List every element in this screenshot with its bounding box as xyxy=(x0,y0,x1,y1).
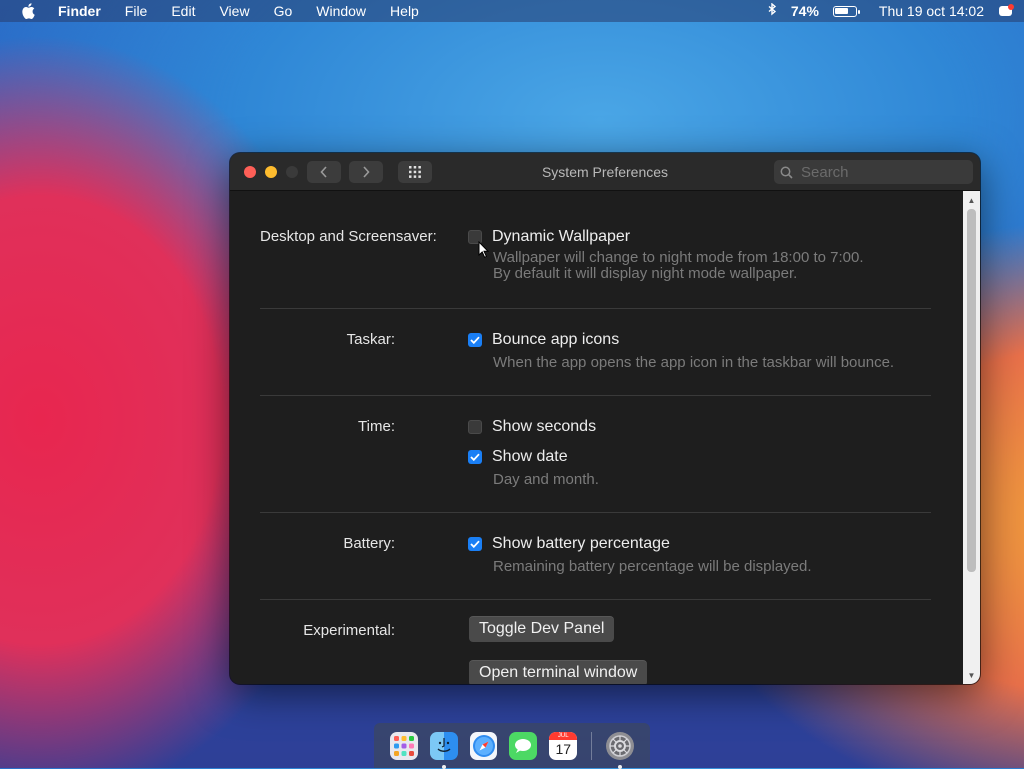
system-preferences-icon[interactable] xyxy=(606,731,634,769)
menu-datetime[interactable]: Thu 19 oct 14:02 xyxy=(879,3,984,19)
search-input[interactable] xyxy=(799,162,963,182)
messages-icon[interactable] xyxy=(509,731,538,760)
menu-window[interactable]: Window xyxy=(304,0,378,22)
close-button[interactable] xyxy=(244,165,256,178)
menu-go[interactable]: Go xyxy=(262,0,305,22)
option-show-seconds[interactable]: Show seconds xyxy=(468,418,596,436)
menu-edit[interactable]: Edit xyxy=(159,0,207,22)
scroll-up-arrow-icon[interactable]: ▲ xyxy=(963,193,980,207)
launchpad-icon[interactable] xyxy=(390,731,418,760)
checkbox-show-battery-percentage[interactable] xyxy=(468,537,482,551)
section-taskbar: Taskar: Bounce app icons When the app op… xyxy=(260,331,931,371)
section-desktop: Desktop and Screensaver: Dynamic Wallpap… xyxy=(260,228,931,288)
option-label-bounce-app-icons: Bounce app icons xyxy=(492,331,620,348)
option-label-show-date: Show date xyxy=(492,448,568,465)
option-show-battery-percentage[interactable]: Show battery percentage xyxy=(468,535,670,553)
option-label-show-seconds: Show seconds xyxy=(492,418,597,435)
window-titlebar[interactable]: System Preferences xyxy=(230,153,980,191)
option-show-date[interactable]: Show date xyxy=(468,448,568,466)
divider xyxy=(260,512,931,513)
mouse-cursor-icon xyxy=(478,241,490,258)
checkbox-bounce-app-icons[interactable] xyxy=(468,333,482,347)
menu-file[interactable]: File xyxy=(113,0,160,22)
checkmark-icon xyxy=(470,336,480,344)
divider xyxy=(260,599,931,600)
forward-button[interactable] xyxy=(349,161,383,183)
divider xyxy=(260,395,931,396)
minimize-button[interactable] xyxy=(265,165,277,178)
option-bounce-app-icons[interactable]: Bounce app icons xyxy=(468,331,619,349)
hint-dynamic-wallpaper-1: Wallpaper will change to night mode from… xyxy=(493,249,864,266)
section-label-battery: Battery: xyxy=(343,535,395,552)
menu-bar: Finder File Edit View Go Window Help 74%… xyxy=(0,0,1024,22)
section-label-time: Time: xyxy=(358,418,395,435)
grid-icon xyxy=(409,166,421,178)
scroll-thumb[interactable] xyxy=(967,209,976,572)
checkmark-icon xyxy=(470,453,480,461)
dock-separator xyxy=(591,731,593,760)
section-experimental: Experimental: Toggle Dev Panel Open term… xyxy=(260,616,931,684)
menu-app-name[interactable]: Finder xyxy=(46,0,113,22)
hint-show-battery-percentage: Remaining battery percentage will be dis… xyxy=(493,558,812,575)
search-icon xyxy=(780,166,793,179)
open-terminal-button[interactable]: Open terminal window xyxy=(469,660,648,684)
zoom-button[interactable] xyxy=(286,165,298,178)
checkmark-icon xyxy=(470,540,480,548)
back-button[interactable] xyxy=(307,161,341,183)
calendar-day: 17 xyxy=(555,740,572,757)
hint-show-date: Day and month. xyxy=(493,471,599,488)
chevron-right-icon xyxy=(363,166,370,178)
apple-icon[interactable] xyxy=(10,3,46,19)
calendar-month: JUL xyxy=(549,731,578,740)
notification-icon[interactable] xyxy=(998,4,1014,18)
scroll-down-arrow-icon[interactable]: ▼ xyxy=(963,668,980,682)
preferences-content: Desktop and Screensaver: Dynamic Wallpap… xyxy=(230,191,963,684)
calendar-icon[interactable]: JUL 17 xyxy=(549,731,578,760)
finder-icon[interactable] xyxy=(429,731,458,769)
option-label-dynamic-wallpaper: Dynamic Wallpaper xyxy=(492,228,631,245)
vertical-scrollbar[interactable]: ▲ ▼ xyxy=(963,191,980,684)
checkbox-show-date[interactable] xyxy=(468,450,482,464)
checkbox-show-seconds[interactable] xyxy=(468,420,482,434)
hint-dynamic-wallpaper-2: By default it will display night mode wa… xyxy=(493,265,798,282)
battery-icon[interactable] xyxy=(832,5,860,17)
section-label-experimental: Experimental: xyxy=(303,622,395,639)
toggle-dev-panel-button[interactable]: Toggle Dev Panel xyxy=(469,616,615,642)
dock: JUL 17 xyxy=(374,723,650,769)
menu-help[interactable]: Help xyxy=(378,0,431,22)
show-all-button[interactable] xyxy=(398,161,432,183)
battery-percentage: 74% xyxy=(790,3,819,19)
section-battery: Battery: Show battery percentage Remaini… xyxy=(260,535,931,575)
section-time: Time: Show seconds Show date Day and mon… xyxy=(260,418,931,488)
search-field[interactable] xyxy=(774,160,973,184)
section-label-taskbar: Taskar: xyxy=(346,331,395,348)
menu-view[interactable]: View xyxy=(207,0,261,22)
bluetooth-icon[interactable] xyxy=(767,2,777,20)
option-dynamic-wallpaper[interactable]: Dynamic Wallpaper xyxy=(468,228,630,246)
safari-icon[interactable] xyxy=(469,731,498,760)
divider xyxy=(260,308,931,309)
hint-bounce-app-icons: When the app opens the app icon in the t… xyxy=(493,354,895,371)
system-preferences-window: System Preferences Desktop and Screensav… xyxy=(230,153,980,684)
chevron-left-icon xyxy=(320,166,327,178)
option-label-show-battery-percentage: Show battery percentage xyxy=(492,535,670,552)
section-label-desktop: Desktop and Screensaver: xyxy=(260,228,437,245)
